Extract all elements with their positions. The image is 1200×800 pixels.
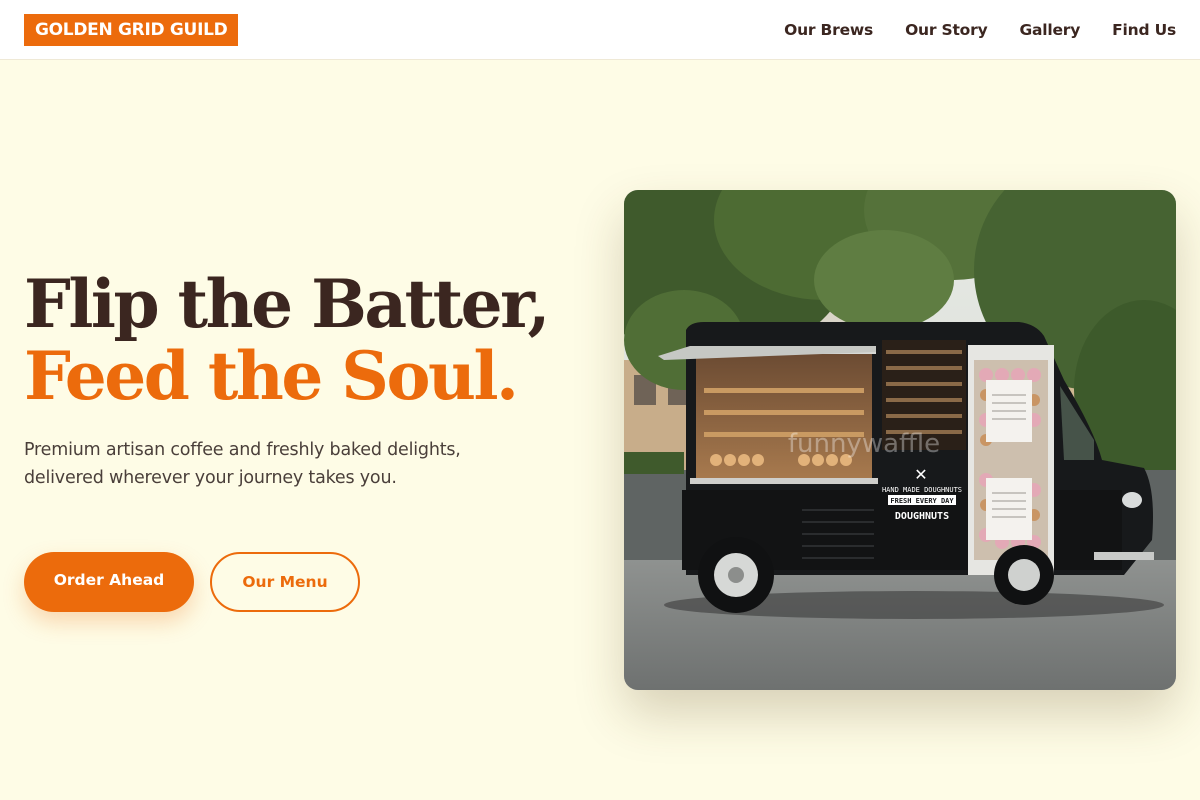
brand-logo[interactable]: GOLDEN GRID GUILD [24, 14, 239, 46]
main-nav: Our Brews Our Story Gallery Find Us [784, 0, 1176, 60]
hero-title-line1: Flip the Batter, [24, 265, 551, 343]
site-header: GOLDEN GRID GUILD Our Brews Our Story Ga… [0, 0, 1200, 60]
hero-subtitle: Premium artisan coffee and freshly baked… [24, 440, 461, 488]
hero-title: Flip the Batter, Feed the Soul. [24, 268, 584, 412]
nav-item-gallery[interactable]: Gallery [1019, 21, 1080, 39]
nav-item-our-brews[interactable]: Our Brews [784, 21, 873, 39]
hero-title-line2: Feed the Soul. [24, 337, 519, 415]
hero-image-food-truck: ✕ HAND MADE DOUGHNUTS FRESH EVERY DAY DO… [624, 190, 1176, 690]
our-menu-button[interactable]: Our Menu [210, 552, 360, 612]
truck-sign-line2: FRESH EVERY DAY [890, 497, 954, 505]
truck-sign-line1: HAND MADE DOUGHNUTS [882, 486, 962, 494]
order-ahead-button[interactable]: Order Ahead [24, 552, 194, 612]
image-watermark: funnywaffle [788, 429, 940, 459]
truck-sign-line3: DOUGHNUTS [895, 511, 949, 522]
nav-item-find-us[interactable]: Find Us [1112, 21, 1176, 39]
svg-text:✕: ✕ [914, 465, 927, 484]
nav-item-our-story[interactable]: Our Story [905, 21, 988, 39]
